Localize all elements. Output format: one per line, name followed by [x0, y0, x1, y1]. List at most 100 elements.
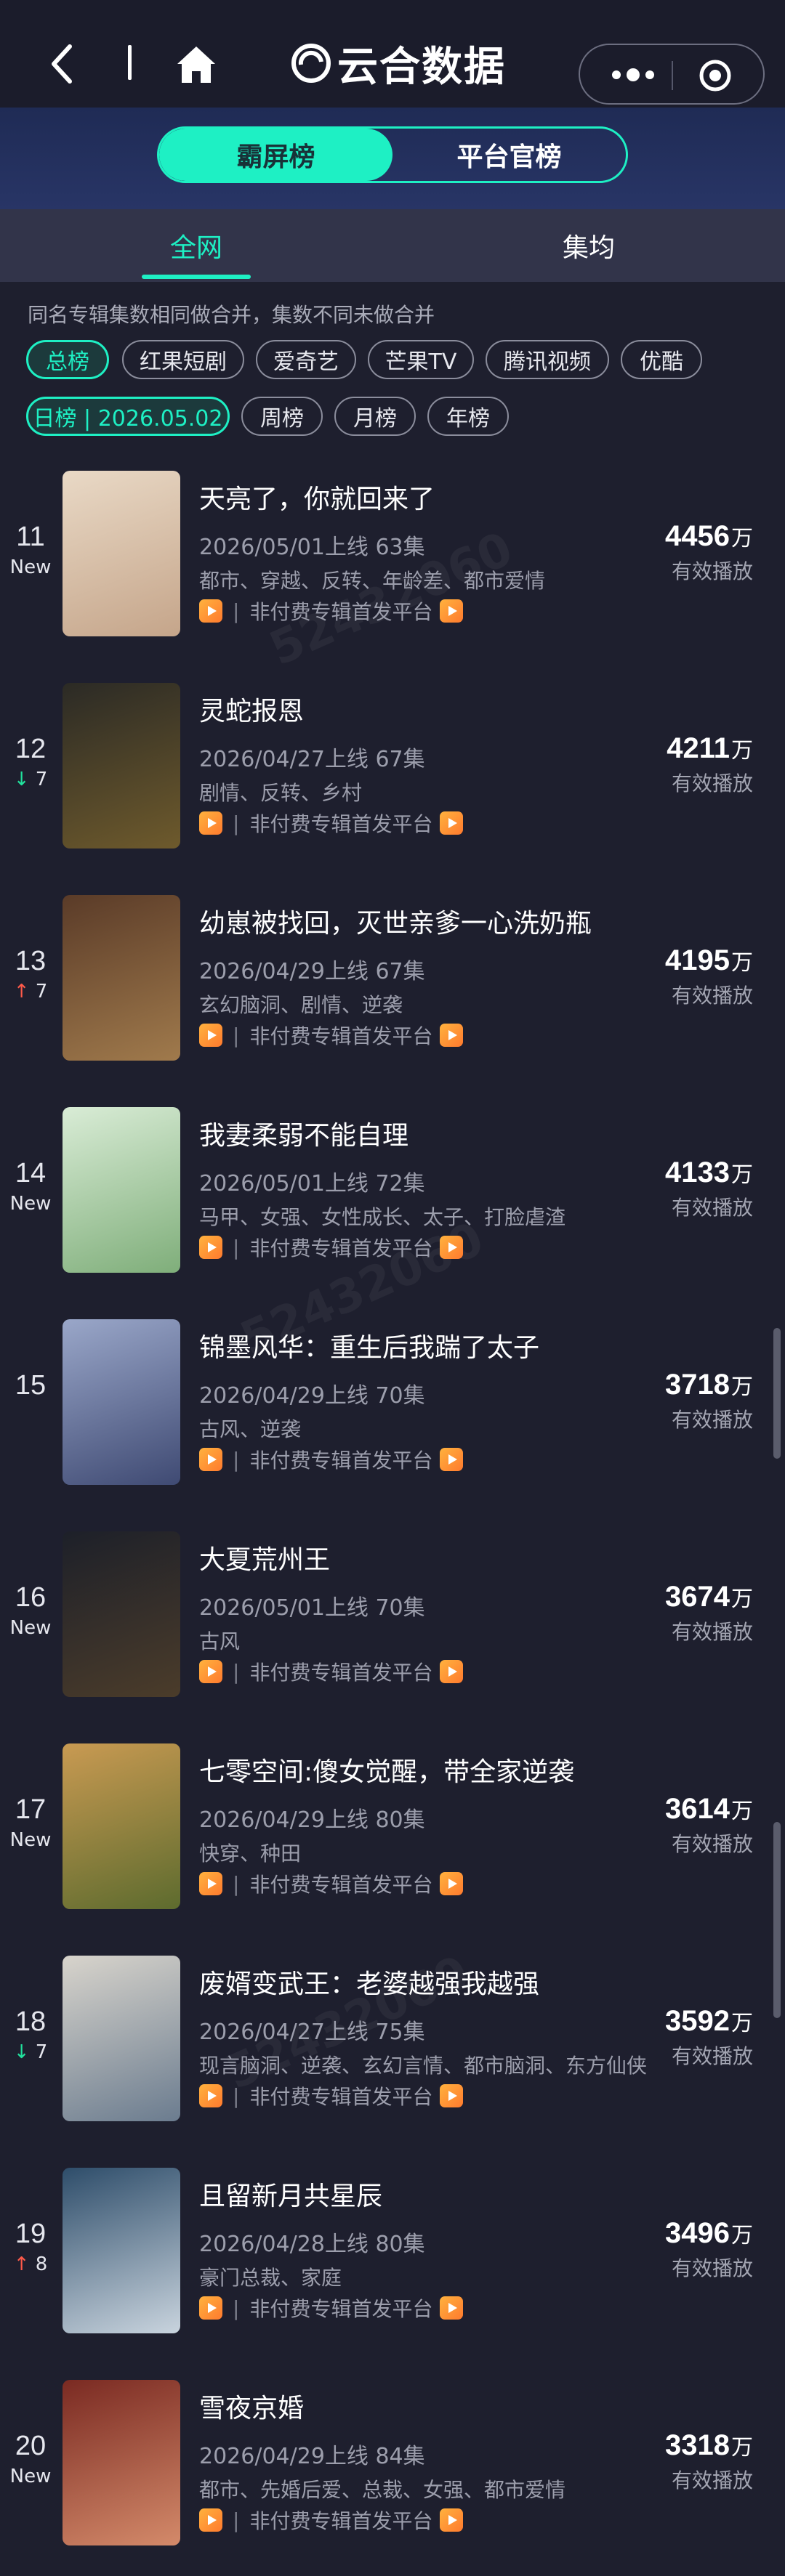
release-info: 2026/04/27上线 75集 — [199, 2020, 425, 2045]
play-count: 3718万有效播放 — [665, 1369, 753, 1433]
new-badge: New — [9, 2466, 52, 2487]
play-count-label: 有效播放 — [671, 1408, 753, 1432]
drama-poster[interactable] — [63, 2380, 180, 2545]
drama-title[interactable]: 七零空间:傻女觉醒，带全家逆袭 — [199, 1751, 574, 1789]
tab-screen-dominance[interactable]: 霸屏榜 — [159, 129, 392, 181]
play-count: 3592万 有效播放 — [665, 2005, 753, 2070]
down-arrow-icon: ↓ — [13, 769, 30, 790]
filter-iqiyi[interactable]: 爱奇艺 — [256, 340, 356, 379]
period-yearly[interactable]: 年榜 — [427, 397, 509, 436]
up-arrow-icon: ↑ — [13, 981, 30, 1003]
platform-play-icon — [440, 1872, 464, 1895]
play-count-label: 有效播放 — [671, 2044, 753, 2068]
tab-episode-average[interactable]: 集均 — [516, 209, 661, 282]
play-count-value: 3718 — [665, 1369, 730, 1401]
filter-hongguo[interactable]: 红果短剧 — [122, 340, 244, 379]
drama-title[interactable]: 锦墨风华：重生后我踹了太子 — [199, 1327, 539, 1364]
drama-poster[interactable] — [63, 1531, 180, 1697]
ranking-row[interactable]: 14 New 我妻柔弱不能自理 2026/05/01上线 72集 马甲、女强、女性成长、… — [0, 1107, 785, 1319]
ranking-row[interactable]: 15 锦墨风华：重生后我踹了太子 2026/04/29上线 70集 古风、逆袭 | 非付费… — [0, 1319, 785, 1531]
drama-poster[interactable] — [63, 1956, 180, 2121]
platform-text: 非付费专辑首发平台 — [249, 600, 433, 624]
drama-title[interactable]: 雪夜京婚 — [199, 2387, 304, 2425]
play-count: 3496万 有效播放 — [665, 2217, 753, 2282]
ranking-row[interactable]: 18 ↓ 7 废婿变武王：老婆越强我越强 2026/04/27上线 75集 现言脑洞、逆… — [0, 1956, 785, 2168]
drama-title[interactable]: 天亮了，你就回来了 — [199, 478, 435, 516]
ranking-row[interactable]: 16 New 大夏荒州王 2026/05/01上线 70集 古风 | 非付费专辑首发平台 36… — [0, 1531, 785, 1743]
platform-text: 非付费专辑首发平台 — [249, 1661, 433, 1685]
back-icon[interactable] — [48, 42, 77, 86]
tab-platform-official[interactable]: 平台官榜 — [392, 129, 626, 181]
rank-number: 12 — [15, 734, 47, 764]
play-count-label: 有效播放 — [671, 1620, 753, 1644]
release-info: 2026/05/01上线 63集 — [199, 535, 425, 560]
release-info: 2026/04/29上线 67集 — [199, 959, 425, 984]
platform-play-icon — [440, 1024, 464, 1047]
ranking-row[interactable]: 20 New 雪夜京婚 2026/04/29上线 84集 都市、先婚后爱、总裁、女强、都… — [0, 2380, 785, 2576]
rank-number: 13 — [15, 946, 47, 976]
play-count-unit: 万 — [731, 1162, 753, 1188]
drama-title[interactable]: 灵蛇报恩 — [199, 690, 304, 728]
target-icon[interactable] — [698, 58, 733, 93]
play-count-value: 4456 — [665, 520, 730, 552]
genre-tags: 剧情、反转、乡村 — [199, 781, 363, 805]
rank-number: 11 — [16, 522, 45, 552]
play-count-unit: 万 — [731, 1374, 753, 1400]
period-weekly[interactable]: 周榜 — [241, 397, 323, 436]
platform-separator: | — [233, 2508, 240, 2532]
drama-poster[interactable] — [63, 471, 180, 636]
filter-tencent[interactable]: 腾讯视频 — [486, 340, 609, 379]
filter-youku[interactable]: 优酷 — [621, 340, 702, 379]
rank-number: 14 — [15, 1158, 47, 1188]
platform-play-icon — [199, 1236, 222, 1259]
release-info: 2026/04/27上线 67集 — [199, 747, 425, 772]
drama-title[interactable]: 大夏荒州王 — [199, 1539, 330, 1576]
drama-poster[interactable] — [63, 2168, 180, 2333]
tab-all-network[interactable]: 全网 — [124, 209, 269, 282]
platform-separator: | — [233, 1659, 240, 1684]
drama-poster[interactable] — [63, 1107, 180, 1273]
drama-title[interactable]: 且留新月共星辰 — [199, 2175, 382, 2213]
ranking-row[interactable]: 11 New 天亮了，你就回来了 2026/05/01上线 63集 都市、穿越、反转、年… — [0, 471, 785, 683]
platform-text: 非付费专辑首发平台 — [249, 2297, 433, 2321]
genre-tags: 古风 — [199, 1629, 241, 1653]
play-count-unit: 万 — [731, 738, 753, 764]
down-arrow-icon: ↓ — [13, 2041, 30, 2063]
play-count-label: 有效播放 — [671, 1196, 753, 1220]
new-badge: New — [9, 1193, 52, 1215]
ranking-row[interactable]: 17 New 七零空间:傻女觉醒，带全家逆袭 2026/04/29上线 80集 快穿、种… — [0, 1743, 785, 1956]
genre-tags: 豪门总裁、家庭 — [199, 2266, 342, 2290]
platform-play-icon — [199, 2296, 222, 2320]
drama-title[interactable]: 幼崽被找回，灭世亲爹一心洗奶瓶 — [199, 902, 592, 940]
period-monthly[interactable]: 月榜 — [334, 397, 416, 436]
platform-separator: | — [233, 599, 240, 623]
drama-poster[interactable] — [63, 895, 180, 1061]
rank-change: ↓ 7 — [0, 769, 61, 790]
platform-text: 非付费专辑首发平台 — [249, 1449, 433, 1473]
filter-total[interactable]: 总榜 — [26, 340, 109, 379]
filter-mango[interactable]: 芒果TV — [368, 340, 474, 379]
play-count: 4195万 有效播放 — [665, 944, 753, 1009]
drama-poster[interactable] — [63, 1319, 180, 1485]
drama-title[interactable]: 我妻柔弱不能自理 — [199, 1114, 408, 1152]
platform-play-icon — [199, 599, 222, 623]
drama-poster[interactable] — [63, 1743, 180, 1909]
home-icon[interactable] — [174, 42, 218, 86]
release-info: 2026/05/01上线 70集 — [199, 1595, 425, 1621]
drama-poster[interactable] — [63, 683, 180, 848]
play-count-unit: 万 — [731, 526, 753, 551]
genre-tags: 都市、先婚后爱、总裁、女强、都市爱情 — [199, 2478, 566, 2502]
platform-line: | 非付费专辑首发平台 — [199, 1659, 464, 1685]
ranking-row[interactable]: 13 ↑ 7 幼崽被找回，灭世亲爹一心洗奶瓶 2026/04/29上线 67集 玄幻脑洞… — [0, 895, 785, 1107]
platform-play-icon — [440, 1448, 464, 1471]
top-bar: 云合数据 — [0, 0, 785, 108]
ranking-row[interactable]: 12 ↓ 7 灵蛇报恩 2026/04/27上线 67集 剧情、反转、乡村 | 非付费专辑首… — [0, 683, 785, 895]
more-dots-icon[interactable] — [608, 64, 659, 86]
platform-text: 非付费专辑首发平台 — [249, 2509, 433, 2533]
release-info: 2026/04/29上线 84集 — [199, 2444, 425, 2469]
ranking-row[interactable]: 19 ↑ 8 且留新月共星辰 2026/04/28上线 80集 豪门总裁、家庭 | 非付费专… — [0, 2168, 785, 2380]
platform-separator: | — [233, 1871, 240, 1896]
play-count-unit: 万 — [731, 950, 753, 976]
period-daily[interactable]: 日榜 | 2026.05.02 — [26, 397, 230, 436]
drama-title[interactable]: 废婿变武王：老婆越强我越强 — [199, 1963, 539, 2001]
